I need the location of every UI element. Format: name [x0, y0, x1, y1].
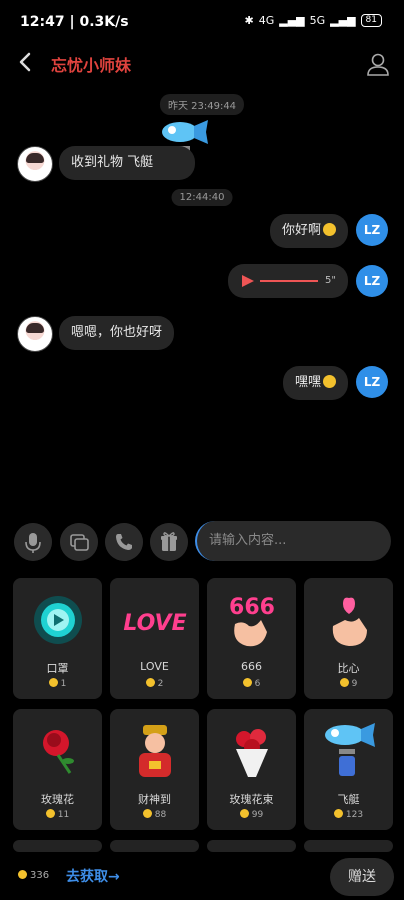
gift-item-mask[interactable]: 口罩 1 [13, 578, 102, 699]
gift-item-rose[interactable]: 玫瑰花 11 [13, 709, 102, 830]
message-input[interactable]: 请输入内容... [195, 521, 391, 561]
input-bar: 请输入内容... [0, 519, 404, 565]
status-time: 12:47 | 0.3K/s [20, 14, 129, 30]
coin-icon [142, 809, 152, 818]
signal-icon: ▂▄▆ [279, 14, 305, 27]
signal2-icon: ▂▄▆ [330, 14, 356, 27]
coin-icon [242, 678, 252, 687]
gift-item-666[interactable]: 666 666 6 [207, 578, 296, 699]
timestamp: 12:44:40 [171, 189, 233, 206]
gift-item-more[interactable] [207, 840, 296, 852]
network2-label: 5G [309, 14, 326, 27]
gift-item-more[interactable] [13, 840, 102, 852]
coin-icon [339, 678, 349, 687]
bluetooth-icon: ✱ [244, 14, 254, 27]
get-coins-link[interactable]: 去获取→ [66, 866, 120, 886]
gift-item-airship[interactable]: 飞艇 123 [304, 709, 393, 830]
coin-icon [145, 678, 155, 687]
gift-icon[interactable] [150, 523, 188, 561]
coin-icon [239, 809, 249, 818]
my-avatar[interactable]: LZ [356, 214, 388, 246]
gift-price: 9 [304, 678, 393, 689]
gift-price: 6 [207, 678, 296, 689]
voice-message[interactable]: 5" [228, 264, 348, 298]
gift-name: 飞艇 [337, 793, 360, 806]
gift-item-love[interactable]: LOVE LOVE 2 [110, 578, 199, 699]
timestamp: 昨天 23:49:44 [159, 94, 245, 115]
coin-icon [333, 809, 343, 818]
gift-price: 123 [304, 809, 393, 820]
microphone-icon[interactable] [14, 523, 52, 561]
gift-item-fortune[interactable]: 财神到 88 [110, 709, 199, 830]
message-bubble[interactable]: 收到礼物 飞艇 [59, 146, 196, 180]
finger-heart-gift-icon [332, 597, 367, 646]
gift-name: 玫瑰花 [41, 793, 74, 806]
gift-item-more[interactable] [110, 840, 199, 852]
gift-price: 11 [13, 809, 102, 820]
rose-gift-icon [43, 730, 74, 774]
chat-title: 忘忧小师妹 [51, 56, 132, 75]
network-label: 4G [258, 14, 275, 27]
smile-emoji-icon [323, 375, 336, 388]
chat-header: 忘忧小师妹 [0, 46, 404, 80]
gift-name: 财神到 [138, 793, 171, 806]
hand-666-gift-icon: 666 [229, 595, 275, 647]
gift-price: 99 [207, 809, 296, 820]
gift-item-heart[interactable]: 比心 9 [304, 578, 393, 699]
coin-balance: 336 [18, 870, 49, 881]
play-icon[interactable] [242, 275, 254, 287]
coin-icon [48, 678, 58, 687]
send-gift-button[interactable]: 赠送 [330, 858, 394, 896]
airship-gift-icon [325, 723, 375, 776]
status-icons: ✱ 4G ▂▄▆ 5G ▂▄▆ 81 [244, 14, 382, 27]
message-bubble[interactable]: 你好啊 [269, 214, 348, 248]
svg-text:LOVE: LOVE [123, 611, 186, 636]
gift-price: 2 [110, 678, 199, 689]
gift-name: 口罩 [46, 662, 69, 675]
love-gift-icon: LOVE [123, 611, 186, 636]
my-avatar[interactable]: LZ [356, 366, 388, 398]
my-avatar[interactable]: LZ [356, 265, 388, 297]
svg-text:666: 666 [229, 595, 275, 620]
bouquet-gift-icon [236, 729, 268, 777]
fortune-god-gift-icon [139, 725, 171, 777]
back-arrow-icon[interactable] [14, 48, 38, 76]
gift-name: 比心 [337, 662, 360, 675]
message-bubble[interactable]: 嗯嗯，你也好呀 [59, 316, 175, 350]
gift-item-bouquet[interactable]: 玫瑰花束 99 [207, 709, 296, 830]
user-profile-icon[interactable] [364, 50, 392, 78]
contact-avatar[interactable] [17, 146, 53, 182]
status-bar: 12:47 | 0.3K/s ✱ 4G ▂▄▆ 5G ▂▄▆ 81 [0, 0, 404, 46]
contact-avatar[interactable] [17, 316, 53, 352]
gift-footer: 336 去获取→ 赠送 [0, 852, 404, 900]
mask-gift-icon [34, 596, 82, 644]
battery-icon: 81 [360, 14, 382, 27]
gift-name: 666 [241, 660, 262, 673]
gift-item-more[interactable] [304, 840, 393, 852]
phone-icon[interactable] [105, 523, 143, 561]
image-icon[interactable] [60, 523, 98, 561]
gift-price: 88 [110, 809, 199, 820]
coin-icon [18, 870, 27, 879]
gift-name: 玫瑰花束 [229, 793, 274, 806]
gift-price: 1 [13, 678, 102, 689]
message-bubble[interactable]: 嘿嘿 [282, 366, 348, 400]
voice-waveform [260, 280, 318, 282]
voice-duration: 5" [325, 275, 336, 286]
chat-area[interactable]: 昨天 23:49:44 收到礼物 飞艇 12:44:40 你好啊 LZ 5" L… [0, 82, 404, 512]
coin-icon [45, 809, 55, 818]
heart-eyes-emoji-icon [323, 223, 336, 236]
gift-name: LOVE [140, 660, 169, 673]
